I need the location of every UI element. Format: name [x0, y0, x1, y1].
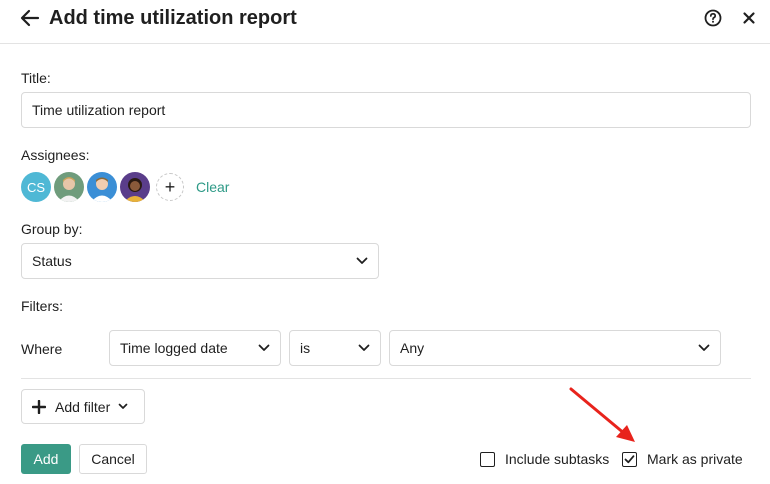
chevron-down-icon [356, 257, 368, 264]
avatar[interactable] [87, 172, 117, 202]
assignee-list: CS + Clear [21, 172, 229, 202]
section-divider [21, 378, 751, 379]
dialog-header: Add time utilization report [0, 0, 770, 44]
avatar[interactable] [54, 172, 84, 202]
group-by-label: Group by: [21, 221, 83, 237]
filter-field-value: Time logged date [120, 340, 228, 356]
add-button[interactable]: Add [21, 444, 71, 474]
title-input[interactable] [21, 92, 751, 128]
cancel-button[interactable]: Cancel [79, 444, 147, 474]
add-assignee-button[interactable]: + [156, 173, 184, 201]
assignees-label: Assignees: [21, 147, 90, 163]
avatar[interactable]: CS [21, 172, 51, 202]
filter-field-select[interactable]: Time logged date [109, 330, 281, 366]
group-by-select[interactable]: Status [21, 243, 379, 279]
avatar-initials: CS [26, 179, 46, 195]
chevron-down-icon [358, 344, 370, 351]
mark-private-checkbox[interactable] [622, 451, 637, 467]
filter-value: Any [400, 340, 425, 356]
group-by-value: Status [32, 253, 72, 269]
page-title: Add time utilization report [49, 7, 297, 29]
arrow-left-icon[interactable] [18, 6, 42, 30]
chevron-down-icon [698, 344, 710, 351]
filter-value-select[interactable]: Any [389, 330, 721, 366]
annotation-arrow-icon [569, 387, 635, 442]
filters-label: Filters: [21, 298, 63, 314]
chevron-down-icon [258, 344, 270, 351]
chevron-down-icon [118, 403, 128, 409]
add-filter-button[interactable]: Add filter [21, 389, 145, 424]
clear-assignees-link[interactable]: Clear [196, 179, 229, 195]
close-icon[interactable] [741, 10, 757, 26]
avatar[interactable] [120, 172, 150, 202]
include-subtasks-option[interactable]: Include subtasks [480, 451, 609, 467]
include-subtasks-checkbox[interactable] [480, 451, 495, 467]
title-label: Title: [21, 70, 51, 86]
question-circle-icon[interactable] [704, 9, 722, 27]
mark-private-option[interactable]: Mark as private [622, 451, 743, 467]
where-label: Where [21, 341, 63, 357]
filter-operator-select[interactable]: is [289, 330, 381, 366]
plus-icon [32, 399, 46, 414]
filter-operator-value: is [300, 340, 311, 356]
include-subtasks-label: Include subtasks [505, 451, 610, 467]
mark-private-label: Mark as private [647, 451, 743, 467]
checkmark-icon [624, 454, 635, 463]
add-filter-label: Add filter [55, 398, 111, 415]
